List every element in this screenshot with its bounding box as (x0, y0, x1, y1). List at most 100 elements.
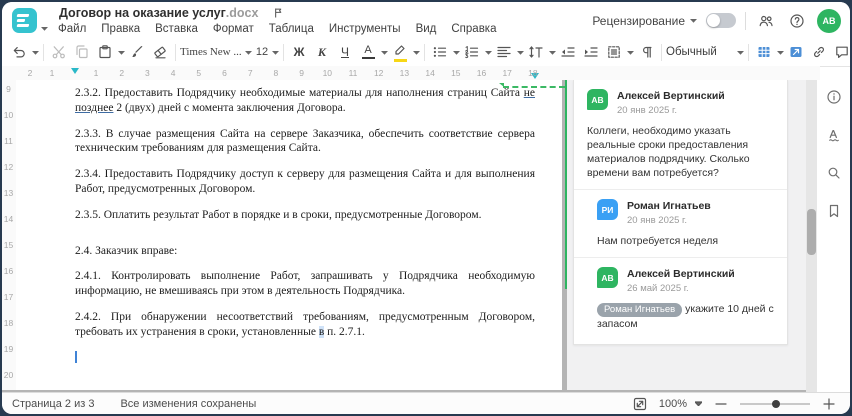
flag-icon[interactable] (272, 6, 285, 20)
eraser-icon[interactable] (149, 41, 171, 63)
insert-comment-icon[interactable] (831, 41, 850, 63)
zoom-slider[interactable] (740, 399, 810, 408)
zoom-in-icon[interactable] (818, 393, 840, 415)
review-mode-select[interactable]: Рецензирование (592, 14, 697, 28)
insert-table-chevron[interactable] (776, 41, 784, 63)
collaboration-icon[interactable] (755, 10, 777, 32)
font-color-button[interactable]: А (357, 41, 379, 63)
paragraph-style-select[interactable]: Обычный (666, 41, 744, 63)
zoom-slider-handle[interactable] (772, 399, 780, 408)
document-page[interactable]: 2.3.2. Предоставить Подрядчику необходим… (16, 80, 562, 390)
zoom-chevron-icon[interactable] (695, 401, 702, 406)
insert-link-icon[interactable] (808, 41, 830, 63)
ruler-number: 1 (49, 68, 55, 78)
fit-page-icon[interactable] (629, 393, 651, 415)
comment-thread[interactable]: АВ Алексей Вертинский 20 янв 2025 г. Коллег… (573, 80, 788, 345)
comment-header: АВ Алексей Вертинский 26 май 2025 г. (597, 267, 775, 294)
insert-table-icon[interactable] (753, 41, 775, 63)
numbered-list-chevron[interactable] (484, 41, 492, 63)
italic-button[interactable]: К (311, 41, 333, 63)
menu-item[interactable]: Таблица (269, 23, 314, 35)
highlight-icon[interactable] (389, 41, 411, 63)
formatting-marks-icon[interactable] (635, 41, 657, 63)
increase-indent-icon[interactable] (580, 41, 602, 63)
paragraph: 2.4. Заказчик вправе: (75, 244, 178, 257)
paste-icon[interactable] (94, 41, 116, 63)
bold-button[interactable]: Ж (288, 41, 310, 63)
menu-item[interactable]: Файл (58, 23, 86, 35)
ruler-number: 16 (3, 266, 14, 276)
highlight-chevron[interactable] (412, 41, 420, 63)
review-toggle[interactable] (706, 13, 736, 28)
ruler-number: 8 (273, 68, 279, 78)
decrease-indent-icon[interactable] (557, 41, 579, 63)
paste-chevron[interactable] (117, 41, 125, 63)
font-family-select[interactable]: Times New ... (180, 41, 252, 63)
comment-header: АВ Алексей Вертинский 20 янв 2025 г. (587, 89, 775, 116)
align-left-icon[interactable] (493, 41, 515, 63)
ruler-number: 6 (222, 68, 227, 78)
paragraph-style-value: Обычный (666, 46, 717, 58)
commented-text: не позднее (75, 87, 535, 114)
zoom-out-icon[interactable] (710, 393, 732, 415)
paragraph-settings-icon[interactable] (603, 41, 625, 63)
paragraph-settings-chevron[interactable] (626, 41, 634, 63)
main-area: 9 10 11 12 13 14 15 16 17 18 19 20 2.3.2. Предостав… (2, 80, 850, 392)
search-icon[interactable] (823, 162, 845, 184)
scrollbar-thumb[interactable] (807, 209, 816, 255)
copy-icon[interactable] (71, 41, 93, 63)
menu-item[interactable]: Инструменты (329, 23, 401, 35)
scrollbar[interactable] (806, 80, 817, 392)
paragraph: 2.3.5. Оплатить результат Работ в порядк… (75, 208, 482, 221)
comment-author: Алексей Вертинский (627, 268, 735, 280)
menu-item[interactable]: Вид (416, 23, 437, 35)
line-spacing-icon[interactable] (525, 41, 547, 63)
undo-icon[interactable] (8, 41, 30, 63)
insert-image-icon[interactable] (785, 41, 807, 63)
numbered-list-icon[interactable] (461, 41, 483, 63)
document-title: Договор на оказание услуг .docx (59, 6, 285, 20)
comment-text: Нам потребуется неделя (597, 235, 719, 247)
ruler-number: 17 (502, 68, 512, 78)
font-color-chevron[interactable] (380, 41, 388, 63)
ruler-number: 2 (27, 68, 33, 78)
align-chevron[interactable] (516, 41, 524, 63)
app-menu-chevron-icon[interactable] (41, 18, 48, 36)
bullet-list-chevron[interactable] (452, 41, 460, 63)
info-icon[interactable] (823, 86, 845, 108)
spellcheck-icon[interactable] (823, 124, 845, 146)
comment-text: Коллеги, необходимо указать реальные сро… (587, 125, 750, 179)
mention-chip[interactable]: Роман Игнатьев (597, 303, 683, 317)
paragraph: 2.4.2. При обнаружении несоответствий тр… (75, 310, 535, 338)
ruler-number: 4 (170, 68, 176, 78)
app-logo-icon[interactable] (12, 8, 37, 33)
underline-button[interactable]: Ч (334, 41, 356, 63)
status-bar: Страница 2 из 3 Все изменения сохранены … (2, 392, 850, 414)
cut-icon[interactable] (48, 41, 70, 63)
chevron-down-icon (690, 19, 697, 23)
ruler-number: 7 (247, 68, 253, 78)
help-icon[interactable] (786, 10, 808, 32)
menu-item[interactable]: Формат (213, 23, 254, 35)
comment-date: 20 янв 2025 г. (627, 215, 688, 226)
menu-item[interactable]: Справка (451, 23, 496, 35)
menu-item[interactable]: Правка (101, 23, 140, 35)
highlighted-text: в (318, 325, 325, 338)
zoom-value[interactable]: 100% (659, 398, 687, 410)
comment[interactable]: АВ Алексей Вертинский 20 янв 2025 г. Коллег… (574, 80, 787, 189)
paragraph: 2.3.3. В случае размещения Сайта на серв… (75, 127, 535, 155)
menu-item[interactable]: Вставка (155, 23, 198, 35)
comment-reply[interactable]: РИ Роман Игнатьев 20 янв 2025 г. Нам потреб… (574, 189, 787, 257)
bookmark-icon[interactable] (823, 200, 845, 222)
user-avatar[interactable]: АВ (817, 8, 841, 33)
format-painter-icon[interactable] (126, 41, 148, 63)
line-spacing-chevron[interactable] (548, 41, 556, 63)
first-line-indent-marker[interactable] (71, 68, 79, 74)
title-text: Договор на оказание услуг (59, 6, 226, 20)
ruler-number: 18 (528, 68, 538, 78)
font-size-select[interactable]: 12 (253, 41, 279, 63)
bullet-list-icon[interactable] (429, 41, 451, 63)
comment-reply[interactable]: АВ Алексей Вертинский 26 май 2025 г. Роман … (574, 257, 787, 340)
ruler-number: 14 (425, 68, 435, 78)
undo-chevron[interactable] (31, 41, 39, 63)
